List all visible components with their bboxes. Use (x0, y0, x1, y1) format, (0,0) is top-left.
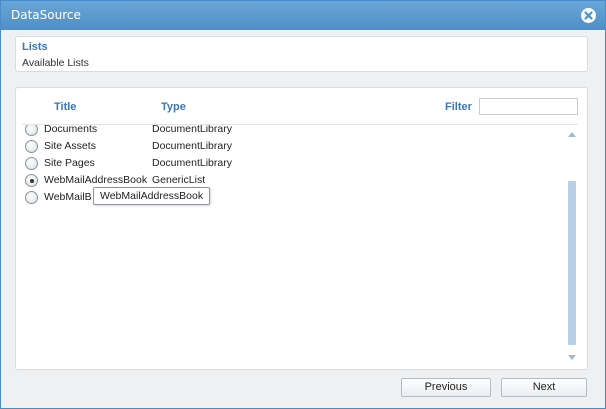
lists-subtitle: Available Lists (22, 57, 89, 69)
row-type: GenericList (152, 174, 206, 186)
dialog-title: DataSource (11, 8, 81, 22)
list-row-site-pages[interactable]: Site Pages DocumentLibrary (25, 156, 325, 172)
previous-button[interactable]: Previous (401, 378, 491, 397)
row-radio[interactable] (25, 125, 38, 136)
list-scrollbar[interactable] (564, 125, 580, 365)
list-area: Documents DocumentLibrary Site Assets Do… (16, 125, 564, 365)
filter-label: Filter (445, 101, 472, 113)
next-button[interactable]: Next (501, 378, 587, 397)
filter-input[interactable] (479, 98, 578, 115)
row-tooltip: WebMailAddressBook (93, 187, 211, 205)
lists-heading: Lists (22, 41, 48, 53)
scroll-up-icon (568, 132, 576, 137)
row-type: DocumentLibrary (152, 157, 232, 169)
column-header-title[interactable]: Title (54, 101, 76, 113)
scroll-thumb[interactable] (568, 181, 576, 345)
row-radio-selected[interactable] (25, 174, 38, 187)
scroll-down-icon (568, 355, 576, 360)
close-button[interactable] (581, 8, 596, 23)
close-icon (584, 11, 593, 20)
scroll-down-button[interactable] (567, 353, 577, 361)
row-title: WebMailB (44, 191, 92, 203)
row-radio[interactable] (25, 140, 38, 153)
row-type: DocumentLibrary (152, 125, 232, 135)
list-row-documents[interactable]: Documents DocumentLibrary (25, 125, 325, 138)
title-bar: DataSource (1, 1, 605, 30)
scroll-up-button[interactable] (567, 129, 577, 137)
row-title: Site Pages (44, 157, 95, 169)
list-row-site-assets[interactable]: Site Assets DocumentLibrary (25, 139, 325, 155)
row-radio[interactable] (25, 191, 38, 204)
datasource-dialog: DataSource Lists Available Lists Title T… (0, 0, 606, 409)
list-selection-panel: Title Type Filter Documents DocumentLibr… (15, 87, 588, 370)
row-title: Documents (44, 125, 98, 135)
row-type: DocumentLibrary (152, 140, 232, 152)
row-title: Site Assets (44, 140, 96, 152)
row-title: WebMailAddressBook (44, 174, 148, 186)
row-radio[interactable] (25, 157, 38, 170)
lists-panel: Lists Available Lists (15, 36, 588, 72)
column-header-type[interactable]: Type (161, 101, 186, 113)
